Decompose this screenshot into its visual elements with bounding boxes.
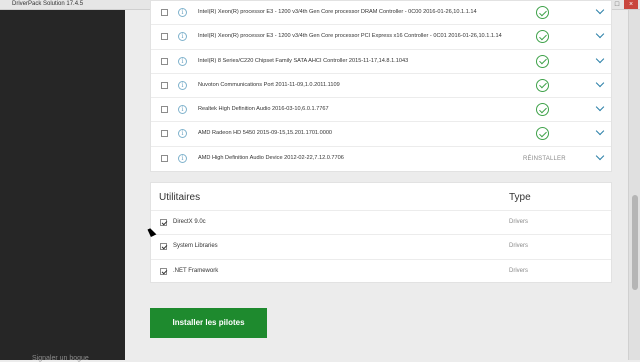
- report-bug-link[interactable]: Signaler un bogue: [32, 355, 89, 362]
- sidebar: Signaler un bogue: [0, 10, 125, 362]
- info-icon[interactable]: i: [178, 80, 187, 90]
- check-circle-icon: [536, 30, 549, 44]
- chevron-down-icon[interactable]: [596, 56, 604, 64]
- driver-row[interactable]: i AMD High Definition Audio Device 2012-…: [151, 147, 611, 171]
- driver-row[interactable]: i Nuvoton Communications Port 2011-11-09…: [151, 74, 611, 99]
- chevron-down-icon[interactable]: [596, 128, 604, 136]
- info-icon[interactable]: i: [178, 153, 187, 163]
- info-icon[interactable]: i: [178, 129, 187, 139]
- driver-checkbox[interactable]: [161, 106, 168, 114]
- check-circle-icon: [536, 6, 549, 19]
- utility-name: System Libraries: [173, 243, 218, 250]
- driver-checkbox[interactable]: [161, 81, 168, 89]
- driver-checkbox[interactable]: [161, 130, 168, 138]
- chevron-down-icon[interactable]: [596, 7, 604, 15]
- drivers-list: i Intel(R) Xeon(R) processor E3 - 1200 v…: [150, 0, 612, 172]
- driver-row[interactable]: i AMD Radeon HD 5450 2015-09-15,15.201.1…: [151, 122, 611, 147]
- driver-name: AMD High Definition Audio Device 2012-02…: [198, 154, 344, 161]
- reinstall-button[interactable]: RÉINSTALLER: [523, 156, 566, 162]
- driver-row[interactable]: i Intel(R) 8 Series/C220 Chipset Family …: [151, 50, 611, 74]
- driver-name: Intel(R) Xeon(R) processor E3 - 1200 v3/…: [198, 9, 477, 15]
- info-icon[interactable]: i: [178, 32, 187, 42]
- driver-name: AMD Radeon HD 5450 2015-09-15,15.201.170…: [198, 130, 333, 137]
- driver-name: Intel(R) Xeon(R) processor E3 - 1200 v3/…: [198, 33, 502, 40]
- check-circle-icon: [536, 127, 549, 141]
- driver-row[interactable]: i Intel(R) Xeon(R) processor E3 - 1200 v…: [151, 1, 611, 26]
- driver-checkbox[interactable]: [161, 9, 168, 16]
- type-heading: Type: [509, 192, 531, 203]
- driver-checkbox[interactable]: [161, 154, 168, 162]
- driver-checkbox[interactable]: [161, 33, 168, 41]
- utility-name: .NET Framework: [173, 267, 219, 274]
- utility-row[interactable]: .NET Framework Drivers: [151, 260, 611, 284]
- scrollbar[interactable]: [628, 10, 640, 360]
- check-circle-icon: [536, 78, 549, 92]
- utilities-heading: Utilitaires: [159, 192, 201, 203]
- utilities-header: Utilitaires Type: [151, 183, 611, 211]
- utility-type: Drivers: [509, 267, 528, 274]
- utility-row[interactable]: System Libraries Drivers: [151, 235, 611, 260]
- maximize-button[interactable]: □: [610, 0, 624, 9]
- utility-checkbox[interactable]: [160, 243, 167, 251]
- utility-name: DirectX 9.0c: [173, 219, 206, 225]
- utility-type: Drivers: [509, 243, 528, 250]
- chevron-down-icon[interactable]: [596, 80, 604, 88]
- info-icon[interactable]: i: [178, 56, 187, 66]
- utility-checkbox[interactable]: [160, 267, 167, 275]
- driver-row[interactable]: i Realtek High Definition Audio 2016-03-…: [151, 98, 611, 123]
- driver-row[interactable]: i Intel(R) Xeon(R) processor E3 - 1200 v…: [151, 25, 611, 50]
- utility-checkbox[interactable]: [160, 219, 167, 226]
- info-icon[interactable]: i: [178, 8, 187, 17]
- utilities-panel: Utilitaires Type DirectX 9.0c Drivers Sy…: [150, 182, 612, 283]
- chevron-down-icon[interactable]: [596, 31, 604, 39]
- scrollbar-thumb[interactable]: [632, 195, 638, 290]
- window-title: DriverPack Solution 17.4.5: [12, 1, 84, 7]
- driver-checkbox[interactable]: [161, 57, 168, 65]
- install-drivers-button[interactable]: Installer les pilotes: [150, 308, 267, 338]
- check-circle-icon: [536, 54, 549, 68]
- driver-name: Realtek High Definition Audio 2016-03-10…: [198, 106, 329, 113]
- close-button[interactable]: ×: [624, 0, 638, 9]
- driver-name: Intel(R) 8 Series/C220 Chipset Family SA…: [198, 57, 409, 64]
- chevron-down-icon[interactable]: [596, 104, 604, 112]
- utility-row[interactable]: DirectX 9.0c Drivers: [151, 211, 611, 236]
- utility-type: Drivers: [509, 219, 528, 225]
- info-icon[interactable]: i: [178, 105, 187, 115]
- check-circle-icon: [536, 103, 549, 117]
- chevron-down-icon[interactable]: [596, 153, 604, 161]
- driver-name: Nuvoton Communications Port 2011-11-09,1…: [198, 81, 340, 88]
